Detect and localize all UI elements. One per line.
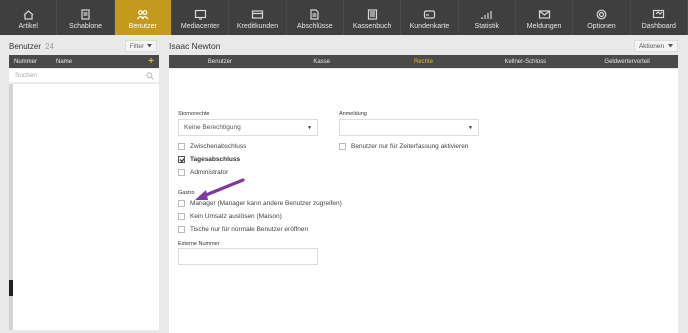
search-placeholder: Suchen xyxy=(15,72,38,79)
search-input[interactable]: Suchen xyxy=(9,69,159,83)
nav-label: Benutzer xyxy=(128,23,157,30)
kassenbuch-icon xyxy=(365,8,379,20)
abschluesse-icon xyxy=(308,8,322,20)
schablone-icon xyxy=(78,8,92,20)
nav-item-artikel[interactable]: Artikel xyxy=(0,0,58,35)
user-list-scrollbar-thumb[interactable] xyxy=(9,280,13,296)
nav-item-benutzer[interactable]: Benutzer xyxy=(114,0,172,35)
artikel-icon xyxy=(21,8,35,20)
checkmark-icon xyxy=(179,157,184,163)
nav-label: Statistik xyxy=(474,23,500,30)
user-list-title-text: Benutzer xyxy=(9,42,42,51)
tische-checkbox[interactable]: Tische nur für normale Benutzer eröffnen xyxy=(178,226,308,233)
tagesabschluss-label: Tagesabschluss xyxy=(190,156,241,163)
chevron-down-icon xyxy=(147,43,153,50)
user-detail-title: Isaac Newton xyxy=(169,41,221,51)
zwischenabschluss-label: Zwischenabschluss xyxy=(190,143,247,150)
top-navigation: Artikel Schablone Benutzer Mediacenter K… xyxy=(0,0,688,35)
anmeldung-label: Anmeldung xyxy=(339,111,367,117)
user-list-panel: Benutzer 24 Filter Nummer Name + Suchen xyxy=(0,35,165,333)
stornorechte-value: Keine Berechtigung xyxy=(184,124,241,131)
nav-item-optionen[interactable]: Optionen xyxy=(573,0,631,35)
checkbox-box[interactable] xyxy=(178,143,185,150)
statistik-icon xyxy=(480,8,494,20)
nav-item-statistik[interactable]: Statistik xyxy=(459,0,516,35)
nav-item-kassenbuch[interactable]: Kassenbuch xyxy=(344,0,402,35)
checkbox-box[interactable] xyxy=(178,169,185,176)
rechte-form: Stornorechte Keine Berechtigung ▼ Anmeld… xyxy=(169,69,678,333)
caret-down-icon: ▼ xyxy=(468,125,473,131)
user-list[interactable] xyxy=(9,84,159,330)
annotation-arrow-icon xyxy=(195,178,245,200)
checkbox-box[interactable] xyxy=(178,200,185,207)
stornorechte-label: Stornorechte xyxy=(178,111,210,117)
user-list-title: Benutzer 24 xyxy=(9,42,54,51)
search-icon xyxy=(146,72,154,82)
kein-umsatz-checkbox[interactable]: Kein Umsatz auslösen (Maison) xyxy=(178,213,282,220)
checkbox-box[interactable] xyxy=(178,156,185,163)
filter-button[interactable]: Filter xyxy=(125,40,157,52)
zeiterfassung-label: Benutzer nur für Zeiterfassung aktiviere… xyxy=(351,143,469,150)
nav-label: Meldungen xyxy=(526,23,562,30)
nav-label: Kreditkunden xyxy=(236,23,279,30)
optionen-icon xyxy=(594,8,608,20)
nav-label: Schablone xyxy=(68,23,103,30)
column-header-name[interactable]: Name xyxy=(56,59,72,65)
zeiterfassung-checkbox[interactable]: Benutzer nur für Zeiterfassung aktiviere… xyxy=(339,143,468,150)
mediacenter-icon xyxy=(193,8,207,20)
nav-label: Dashboard xyxy=(641,23,676,30)
user-list-header: Benutzer 24 Filter xyxy=(0,38,165,54)
filter-label: Filter xyxy=(129,42,145,50)
add-user-button[interactable]: + xyxy=(148,56,154,67)
nav-label: Artikel xyxy=(18,23,38,30)
anmeldung-select[interactable]: ▼ xyxy=(339,119,479,136)
externe-nummer-input[interactable] xyxy=(178,248,318,265)
nav-label: Optionen xyxy=(587,23,616,30)
nav-item-abschluesse[interactable]: Abschlüsse xyxy=(287,0,344,35)
kein-umsatz-label: Kein Umsatz auslösen (Maison) xyxy=(190,213,282,220)
nav-label: Abschlüsse xyxy=(296,23,333,30)
stornorechte-select[interactable]: Keine Berechtigung ▼ xyxy=(178,119,318,136)
tab-benutzer[interactable]: Benutzer xyxy=(169,55,271,68)
nav-item-meldungen[interactable]: Meldungen xyxy=(516,0,574,35)
tab-kellner-schloss[interactable]: Kellner-Schloss xyxy=(474,55,576,68)
kreditkunden-icon xyxy=(250,8,264,20)
user-list-column-header: Nummer Name + xyxy=(9,55,159,68)
checkbox-box[interactable] xyxy=(178,226,185,233)
administrator-checkbox[interactable]: Administrator xyxy=(178,169,228,176)
actions-button[interactable]: Aktionen xyxy=(634,40,678,52)
kundenkarte-icon xyxy=(422,8,436,20)
checkbox-box[interactable] xyxy=(178,213,185,220)
nav-item-mediacenter[interactable]: Mediacenter xyxy=(172,0,230,35)
nav-item-dashboard[interactable]: Dashboard xyxy=(631,0,688,35)
tische-label: Tische nur für normale Benutzer eröffnen xyxy=(190,226,309,233)
tab-geldwertervorteil[interactable]: Geldwertervorteil xyxy=(576,55,678,68)
administrator-label: Administrator xyxy=(190,169,229,176)
nav-item-kreditkunden[interactable]: Kreditkunden xyxy=(229,0,287,35)
user-count: 24 xyxy=(45,42,54,51)
column-header-number[interactable]: Nummer xyxy=(14,59,56,65)
nav-item-kundenkarte[interactable]: Kundenkarte xyxy=(401,0,459,35)
tagesabschluss-checkbox[interactable]: Tagesabschluss xyxy=(178,156,240,163)
externe-nummer-label: Externe Nummer xyxy=(178,241,220,247)
zwischenabschluss-checkbox[interactable]: Zwischenabschluss xyxy=(178,143,246,150)
caret-down-icon: ▼ xyxy=(307,125,312,131)
nav-label: Kassenbuch xyxy=(352,23,392,30)
user-detail-panel: Isaac Newton Aktionen Benutzer Kasse Rec… xyxy=(169,35,682,333)
tab-rechte[interactable]: Rechte xyxy=(373,55,475,68)
nav-label: Mediacenter xyxy=(180,23,220,30)
checkbox-box[interactable] xyxy=(339,143,346,150)
benutzer-icon xyxy=(136,8,150,20)
tab-kasse[interactable]: Kasse xyxy=(271,55,373,68)
dashboard-icon xyxy=(652,8,666,20)
actions-label: Aktionen xyxy=(638,42,665,50)
chevron-down-icon xyxy=(668,43,674,50)
detail-tabs: Benutzer Kasse Rechte Kellner-Schloss Ge… xyxy=(169,55,678,68)
nav-item-schablone[interactable]: Schablone xyxy=(57,0,115,35)
meldungen-icon xyxy=(537,8,551,20)
nav-label: Kundenkarte xyxy=(409,23,450,30)
